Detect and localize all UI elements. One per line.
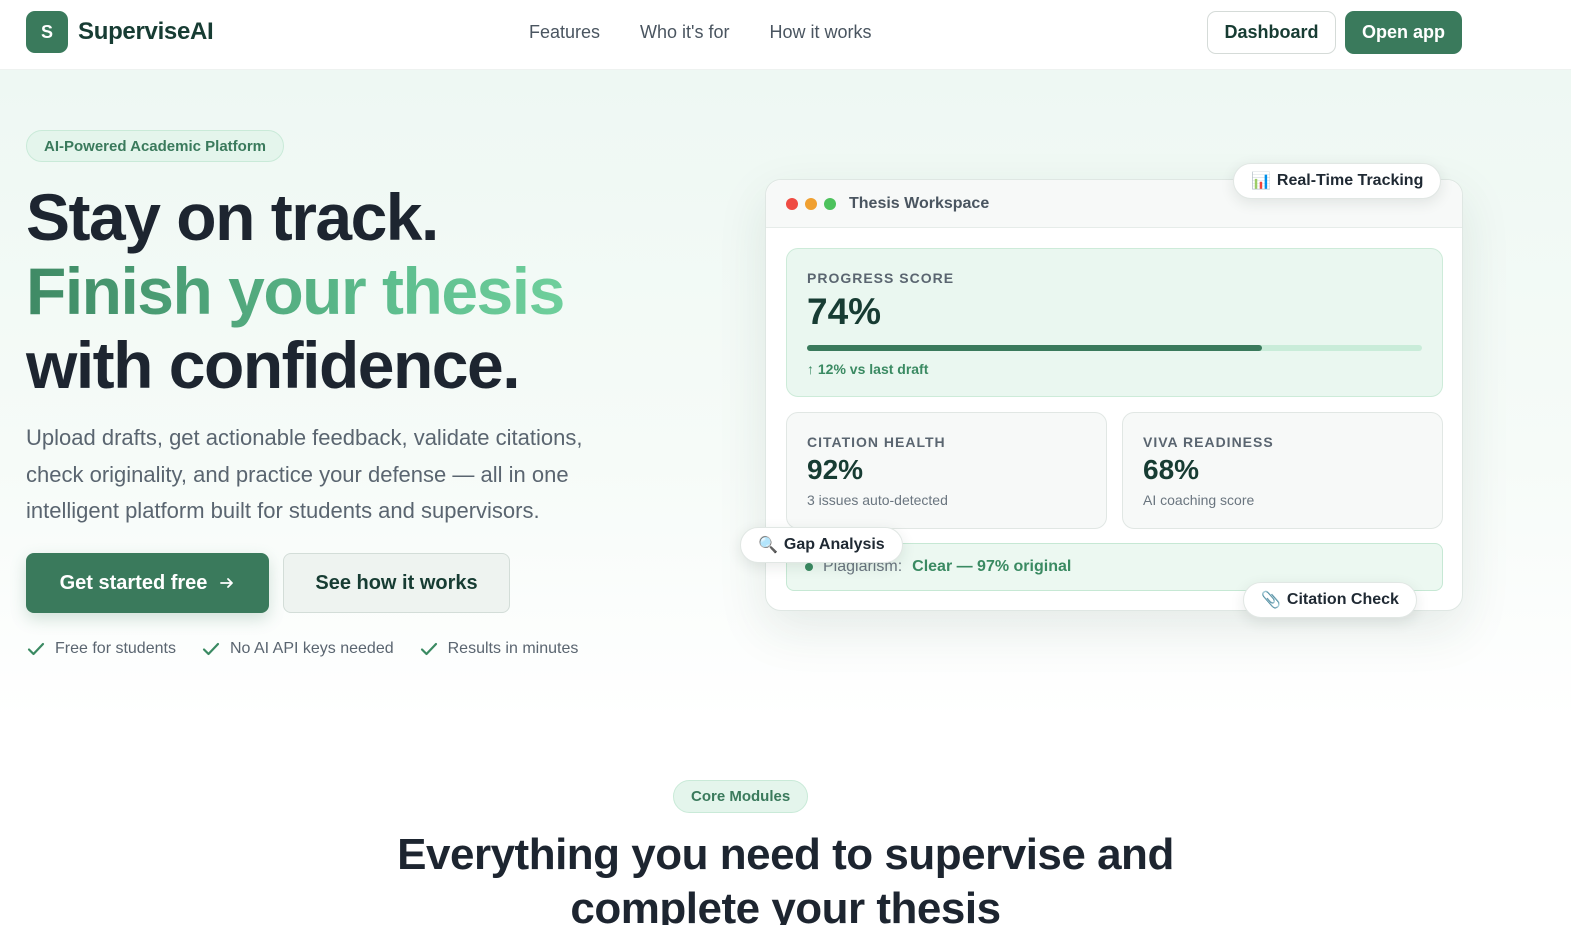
progress-bar <box>807 345 1422 351</box>
get-started-button[interactable]: Get started free <box>26 553 269 613</box>
arrow-right-icon <box>220 578 234 588</box>
tag-label: Gap Analysis <box>783 536 885 553</box>
window-close-dot <box>786 197 798 210</box>
nav-links: Features Who it's for How it works <box>529 22 872 43</box>
headline-line-2: Finish your thesis <box>26 254 565 328</box>
citation-health-sub: 3 issues auto-detected <box>807 492 948 508</box>
headline-line-3: with confidence. <box>26 328 521 402</box>
top-navbar: S SuperviseAI Features Who it's for How … <box>0 0 1571 70</box>
get-started-label: Get started free <box>59 571 208 594</box>
window-minimize-dot <box>805 197 817 210</box>
plagiarism-value: Clear — 97% original <box>912 558 1072 575</box>
viva-readiness-card: VIVA READINESS 68% AI coaching score <box>1122 412 1443 529</box>
hero-subtext: Upload drafts, get actionable feedback, … <box>26 425 583 523</box>
check-item: Free for students <box>26 639 176 659</box>
progress-trend: ↑ 12% vs last draft <box>807 361 929 377</box>
bar-chart-icon: 📊 <box>1251 173 1271 190</box>
window-maximize-dot <box>824 197 836 210</box>
nav-link-how-it-works[interactable]: How it works <box>770 22 872 43</box>
hero-section: AI-Powered Academic Platform Stay on tra… <box>0 70 1571 720</box>
benefit-checks: Free for students No AI API keys needed … <box>26 639 578 659</box>
logo-mark: S <box>26 11 68 53</box>
progress-score-label: PROGRESS SCORE <box>807 270 955 286</box>
status-dot <box>805 563 813 571</box>
progress-score-card: PROGRESS SCORE 74% ↑ 12% vs last draft <box>786 248 1443 397</box>
core-modules-badge: Core Modules <box>673 780 809 813</box>
hero-badge: AI-Powered Academic Platform <box>26 130 285 162</box>
viva-readiness-sub: AI coaching score <box>1143 492 1255 508</box>
core-modules-heading: Everything you need to supervise and com… <box>0 828 1571 925</box>
workspace-title: Thesis Workspace <box>849 194 990 212</box>
gap-analysis-tag: 🔍 Gap Analysis <box>740 527 903 563</box>
nav-link-who-its-for[interactable]: Who it's for <box>640 22 729 43</box>
citation-check-tag: 📎 Citation Check <box>1243 582 1417 618</box>
open-app-button[interactable]: Open app <box>1345 11 1462 54</box>
progress-bar-fill <box>807 345 1263 351</box>
brand-name: SuperviseAI <box>78 18 214 45</box>
viva-readiness-value: 68% <box>1143 454 1200 485</box>
citation-health-value: 92% <box>807 454 864 485</box>
checkmark-icon <box>27 642 45 656</box>
check-label: Free for students <box>55 640 176 657</box>
dashboard-button[interactable]: Dashboard <box>1207 11 1336 54</box>
paperclip-icon: 📎 <box>1261 592 1281 609</box>
headline-line-1: Stay on track. <box>26 180 439 254</box>
magnifier-icon: 🔍 <box>758 537 778 554</box>
viva-readiness-label: VIVA READINESS <box>1143 434 1274 450</box>
checkmark-icon <box>420 642 437 656</box>
real-time-tracking-tag: 📊 Real-Time Tracking <box>1233 163 1442 199</box>
checkmark-icon <box>202 642 220 656</box>
check-item: No AI API keys needed <box>201 639 394 659</box>
heading-line-1: Everything you need to supervise and <box>397 830 1174 879</box>
heading-line-2: complete your thesis <box>570 884 1001 925</box>
see-how-it-works-button[interactable]: See how it works <box>283 553 510 613</box>
check-label: No AI API keys needed <box>229 640 394 657</box>
nav-link-features[interactable]: Features <box>529 22 600 43</box>
brand-logo[interactable]: S SuperviseAI <box>26 11 214 53</box>
progress-score-value: 74% <box>807 291 882 332</box>
citation-health-label: CITATION HEALTH <box>807 434 946 450</box>
tag-label: Citation Check <box>1286 591 1399 608</box>
check-label: Results in minutes <box>447 640 579 657</box>
citation-health-card: CITATION HEALTH 92% 3 issues auto-detect… <box>786 412 1107 529</box>
tag-label: Real-Time Tracking <box>1276 172 1424 189</box>
check-item: Results in minutes <box>419 639 579 659</box>
